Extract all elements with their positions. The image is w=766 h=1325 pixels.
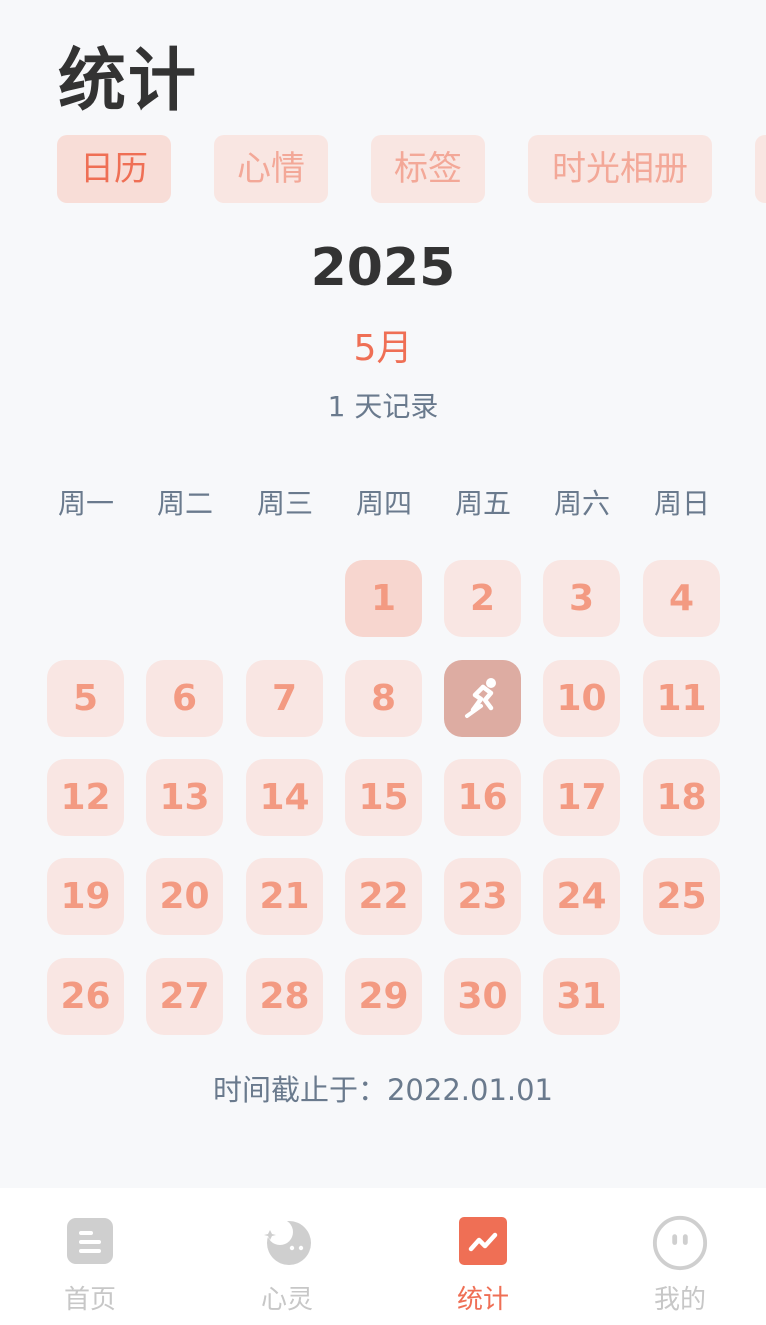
calendar-day[interactable]: 31: [543, 958, 620, 1035]
tab-bar: 日历 心情 标签 时光相册: [57, 135, 766, 205]
calendar-month[interactable]: 5月: [0, 324, 766, 374]
calendar-day[interactable]: 16: [444, 759, 521, 836]
calendar-day-today[interactable]: [444, 660, 521, 737]
weekday-label: 周四: [355, 487, 412, 520]
calendar-day[interactable]: 7: [246, 660, 323, 737]
bottom-nav: 首页 心灵 统计 我的: [0, 1188, 766, 1325]
calendar-day[interactable]: 26: [47, 958, 124, 1035]
record-count: 1 天记录: [327, 390, 439, 423]
weekday-label: 周二: [156, 487, 213, 520]
calendar-day[interactable]: 30: [444, 958, 521, 1035]
calendar-day[interactable]: 8: [345, 660, 422, 737]
calendar-day[interactable]: 13: [146, 759, 223, 836]
nav-soul-label: 心灵: [260, 1285, 313, 1315]
weekday-label: 周日: [653, 487, 710, 520]
calendar-day[interactable]: 27: [146, 958, 223, 1035]
calendar-day[interactable]: 14: [246, 759, 323, 836]
calendar-day[interactable]: 24: [543, 858, 620, 935]
tab-more[interactable]: [755, 135, 766, 203]
tab-tags[interactable]: 标签: [371, 135, 485, 203]
weekday-label: 周六: [553, 487, 610, 520]
cutoff-note: 时间截止于：2022.01.01: [212, 1073, 554, 1107]
calendar-day[interactable]: 4: [643, 560, 720, 637]
calendar-day[interactable]: 11: [643, 660, 720, 737]
calendar-day[interactable]: 1: [345, 560, 422, 637]
calendar-day[interactable]: 3: [543, 560, 620, 637]
weekday-label: 周五: [454, 487, 511, 520]
calendar-day[interactable]: 22: [345, 858, 422, 935]
calendar-year: 2025: [310, 238, 456, 298]
face-icon: [652, 1215, 708, 1271]
calendar-day[interactable]: 25: [643, 858, 720, 935]
tab-mood[interactable]: 心情: [214, 135, 328, 203]
calendar-day[interactable]: 20: [146, 858, 223, 935]
tab-album[interactable]: 时光相册: [528, 135, 712, 203]
running-icon: [464, 678, 496, 718]
nav-profile-label: 我的: [653, 1285, 706, 1315]
calendar-day[interactable]: 5: [47, 660, 124, 737]
calendar-day[interactable]: 18: [643, 759, 720, 836]
nav-home-label: 首页: [63, 1285, 116, 1315]
calendar-day[interactable]: 21: [246, 858, 323, 935]
nav-soul[interactable]: 心灵: [227, 1188, 347, 1325]
page-title: 统计: [58, 42, 199, 121]
nav-stats[interactable]: 统计: [423, 1188, 543, 1325]
weekday-label: 周一: [57, 487, 114, 520]
calendar-day[interactable]: 19: [47, 858, 124, 935]
calendar-day[interactable]: 6: [146, 660, 223, 737]
nav-stats-label: 统计: [456, 1285, 509, 1315]
calendar-day[interactable]: 17: [543, 759, 620, 836]
calendar-day[interactable]: 12: [47, 759, 124, 836]
note-icon: [67, 1218, 113, 1264]
chart-icon: [459, 1217, 507, 1265]
weekday-label: 周三: [256, 487, 313, 520]
nav-home[interactable]: 首页: [30, 1188, 150, 1325]
moon-star-icon: [264, 1219, 311, 1265]
calendar-day[interactable]: 15: [345, 759, 422, 836]
calendar-day[interactable]: 28: [246, 958, 323, 1035]
calendar-day[interactable]: 23: [444, 858, 521, 935]
calendar-day[interactable]: 29: [345, 958, 422, 1035]
calendar-day[interactable]: 2: [444, 560, 521, 637]
tab-calendar[interactable]: 日历: [57, 135, 171, 203]
nav-profile[interactable]: 我的: [620, 1188, 740, 1325]
calendar-day[interactable]: 10: [543, 660, 620, 737]
